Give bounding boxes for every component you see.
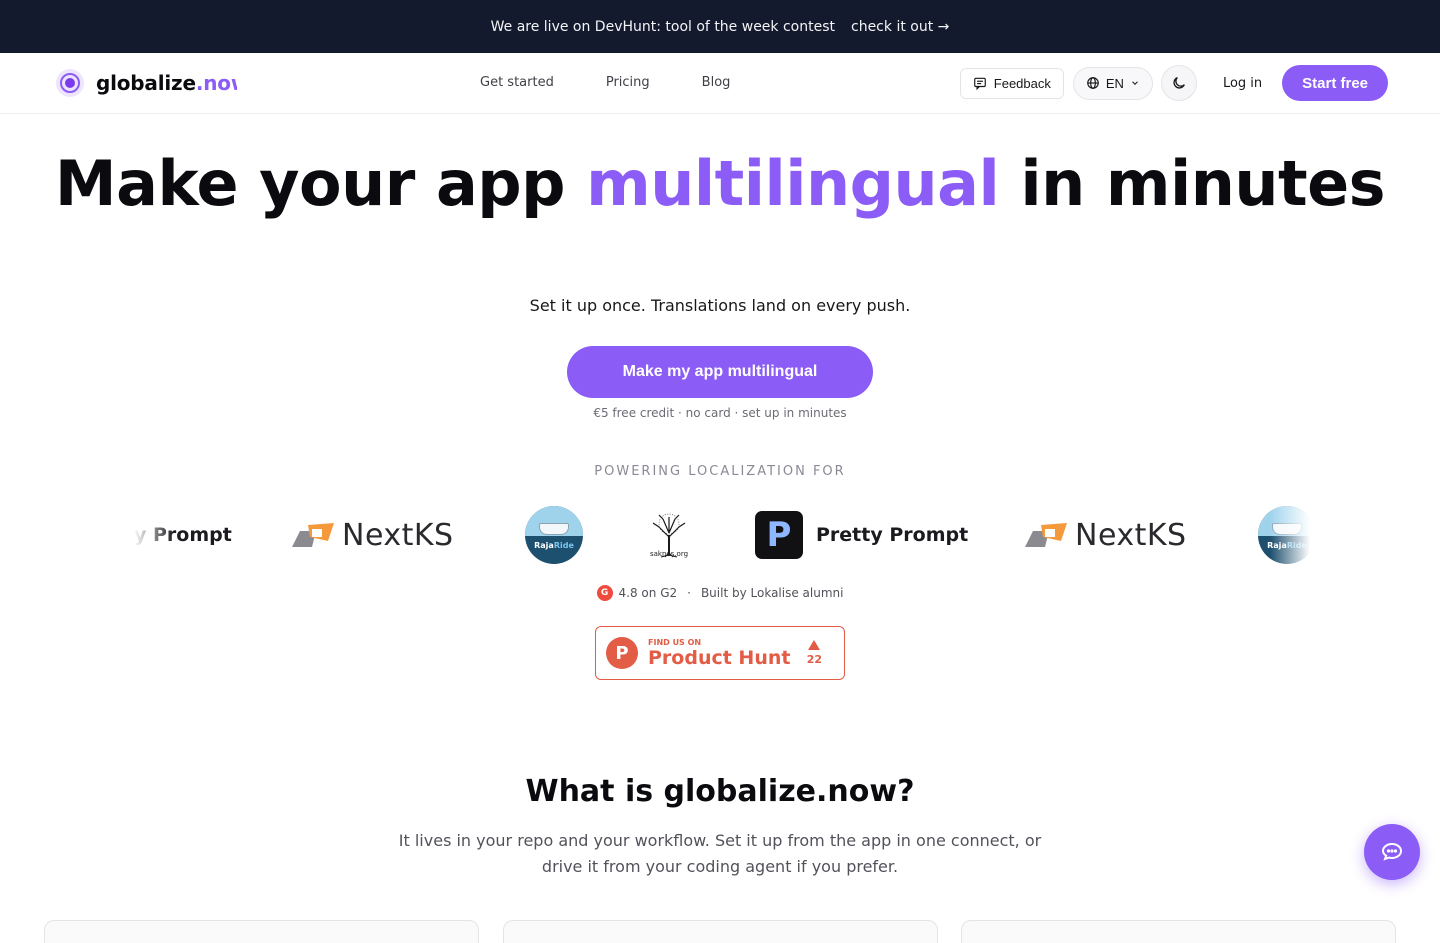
- cta-note: €5 free credit · no card · set up in min…: [593, 406, 847, 420]
- brand-logo[interactable]: globalize.now: [56, 69, 237, 97]
- hero-subtitle: Set it up once. Translations land on eve…: [529, 296, 911, 315]
- nav-links: Get started Pricing Blog: [480, 75, 730, 90]
- feedback-label: Feedback: [993, 75, 1051, 91]
- pretty-prompt-p-icon: P: [755, 511, 803, 559]
- rating-row: G 4.8 on G2 · Built by Lokalise alumni: [0, 585, 1440, 601]
- what-is-subtitle: It lives in your repo and your workflow.…: [398, 831, 1042, 876]
- g2-rating: 4.8 on G2: [618, 586, 678, 600]
- powering-heading: POWERING LOCALIZATION FOR: [594, 464, 846, 479]
- feature-card: [44, 920, 479, 943]
- brand-name: globalize.now: [96, 71, 237, 95]
- announcement-link[interactable]: check it out →: [851, 19, 949, 35]
- nextks-mark-icon: [1025, 523, 1067, 547]
- language-label: EN: [1105, 75, 1124, 91]
- chevron-down-icon: [1132, 81, 1138, 85]
- chat-bubble-icon: [1381, 842, 1403, 861]
- start-free-button[interactable]: Start free: [1282, 65, 1388, 101]
- top-nav: globalize.now Get started Pricing Blog F…: [0, 53, 1440, 114]
- chat-widget-button[interactable]: [1364, 824, 1420, 880]
- product-hunt-badge[interactable]: P FIND US ON Product Hunt 22: [595, 626, 845, 680]
- globe-icon: [1087, 77, 1099, 89]
- pretty-prompt-logo: P Pretty Prompt: [755, 500, 968, 570]
- upvote-arrow-icon: [808, 640, 821, 650]
- alumni-text: Built by Lokalise alumni: [700, 586, 844, 600]
- nav-actions: Feedback EN Log in Start free: [959, 65, 1388, 101]
- product-hunt-icon: P: [606, 637, 638, 669]
- nextks-logo: NextKS: [290, 500, 454, 570]
- feature-cards: [44, 920, 1396, 943]
- login-link[interactable]: Log in: [1223, 76, 1262, 91]
- saknes-logo: saknes.org: [649, 500, 689, 570]
- language-selector[interactable]: EN: [1072, 66, 1153, 100]
- nav-link-pricing[interactable]: Pricing: [606, 75, 650, 90]
- upvote-count: 22: [807, 640, 822, 666]
- rating-separator: ·: [687, 586, 691, 600]
- announcement-text: We are live on DevHunt: tool of the week…: [490, 18, 835, 35]
- feedback-button[interactable]: Feedback: [959, 67, 1064, 99]
- globe-logo-icon: [56, 69, 84, 97]
- feature-card: [503, 920, 938, 943]
- nav-link-blog[interactable]: Blog: [702, 75, 731, 90]
- product-hunt-small: FIND US ON: [648, 637, 702, 647]
- message-square-icon: [973, 77, 986, 90]
- customer-logos: y Prompt NextKS RajaRide saknes.org P Pr…: [134, 500, 1310, 570]
- rajaride-logo: RajaRide: [525, 500, 583, 570]
- nav-link-get-started[interactable]: Get started: [480, 75, 554, 90]
- nextks-mark-icon: [292, 523, 334, 547]
- what-is-title: What is globalize.now?: [525, 774, 915, 809]
- feature-card: [961, 920, 1396, 943]
- moon-icon: [1173, 77, 1185, 89]
- g2-icon: G: [596, 585, 613, 601]
- make-multilingual-button[interactable]: Make my app multilingual: [567, 346, 873, 398]
- nextks-logo-repeat: NextKS: [1023, 500, 1187, 570]
- announcement-bar: We are live on DevHunt: tool of the week…: [0, 0, 1440, 53]
- hero-title: Make your app multilingual in minutes: [54, 147, 1386, 220]
- product-hunt-title: Product Hunt: [648, 646, 791, 669]
- theme-toggle-button[interactable]: [1160, 65, 1197, 101]
